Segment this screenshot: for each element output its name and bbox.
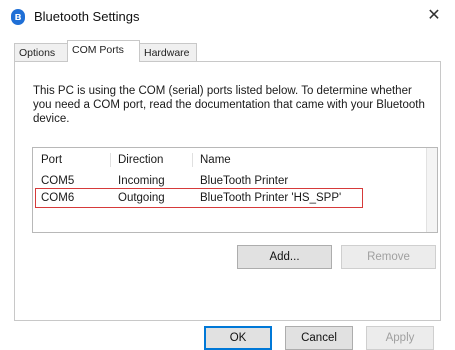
- apply-button[interactable]: Apply: [366, 326, 434, 350]
- title-bar: ʙ Bluetooth Settings ✕: [0, 0, 455, 34]
- cancel-button[interactable]: Cancel: [285, 326, 353, 350]
- ok-button[interactable]: OK: [204, 326, 272, 350]
- column-header-name[interactable]: Name: [200, 152, 231, 168]
- direction-cell: Incoming: [118, 175, 165, 187]
- close-button[interactable]: ✕: [421, 4, 447, 28]
- column-divider[interactable]: [110, 153, 111, 167]
- column-divider[interactable]: [192, 153, 193, 167]
- port-cell: COM6: [41, 192, 75, 204]
- table-row[interactable]: COM6 Outgoing BlueTooth Printer 'HS_SPP': [33, 190, 428, 206]
- bluetooth-icon: ʙ: [11, 9, 25, 25]
- table-row[interactable]: COM5 Incoming BlueTooth Printer: [33, 173, 428, 189]
- tab-hardware[interactable]: Hardware: [139, 43, 197, 61]
- tab-options[interactable]: Options: [14, 43, 68, 61]
- name-cell: BlueTooth Printer: [200, 175, 289, 187]
- window-title: Bluetooth Settings: [34, 9, 140, 24]
- list-scroll-region[interactable]: [426, 148, 437, 232]
- remove-button[interactable]: Remove: [341, 245, 436, 269]
- description-text: This PC is using the COM (serial) ports …: [33, 85, 425, 125]
- com-ports-list[interactable]: Port Direction Name COM5 Incoming BlueTo…: [32, 147, 438, 233]
- com-ports-panel: This PC is using the COM (serial) ports …: [14, 61, 441, 321]
- port-cell: COM5: [41, 175, 75, 187]
- name-cell: BlueTooth Printer 'HS_SPP': [200, 192, 342, 204]
- column-header-direction[interactable]: Direction: [118, 152, 163, 168]
- list-header: Port Direction Name: [33, 152, 428, 168]
- add-button[interactable]: Add...: [237, 245, 332, 269]
- tab-com-ports[interactable]: COM Ports: [67, 40, 140, 62]
- dialog-footer: OK Cancel Apply: [0, 321, 455, 350]
- direction-cell: Outgoing: [118, 192, 165, 204]
- column-header-port[interactable]: Port: [41, 152, 62, 168]
